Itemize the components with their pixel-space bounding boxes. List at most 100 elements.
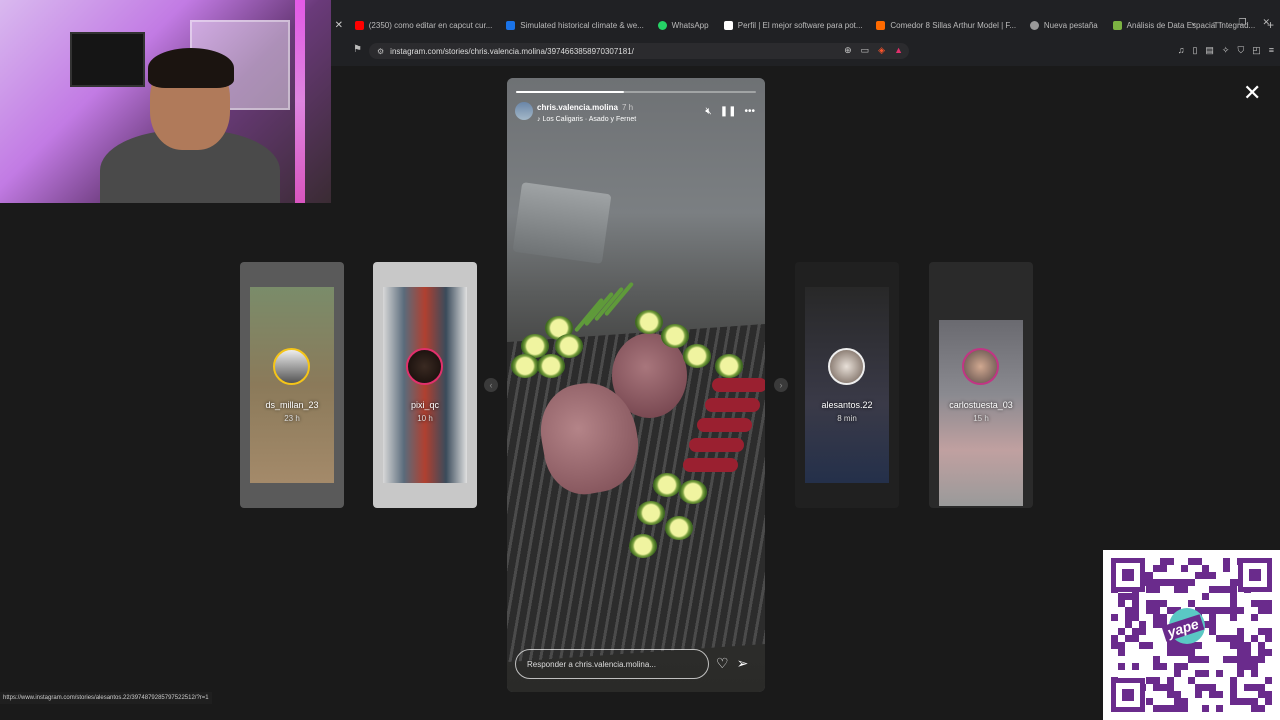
qr-module [1139, 649, 1146, 656]
story-preview[interactable]: ds_millan_23 23 h [240, 262, 344, 508]
tab-perfil[interactable]: Perfil | El mejor software para pot... [716, 13, 869, 37]
music-icon[interactable]: ♫ [1178, 45, 1185, 56]
story-author[interactable]: chris.valencia.molina 7 h [537, 103, 633, 112]
qr-module [1153, 607, 1160, 614]
qr-module [1181, 572, 1188, 579]
qr-module [1237, 600, 1244, 607]
qr-module [1146, 663, 1153, 670]
tab-climate[interactable]: Simulated historical climate & we... [498, 13, 649, 37]
window-controls: ⌄ — ❐ ✕ [1190, 17, 1270, 28]
qr-module [1223, 600, 1230, 607]
more-options-icon[interactable]: ••• [744, 106, 755, 117]
reader-icon[interactable]: ▤ [1205, 45, 1214, 56]
qr-module [1209, 558, 1216, 565]
active-story[interactable]: chris.valencia.molina 7 h ♪ Los Caligaris… [507, 78, 765, 692]
bookmark-icon[interactable]: ⚑ [353, 44, 362, 55]
qr-module [1181, 558, 1188, 565]
qr-module [1146, 691, 1153, 698]
qr-module [1223, 621, 1230, 628]
pause-icon[interactable]: ❚❚ [720, 106, 737, 117]
rewards-icon[interactable]: ▲ [894, 45, 903, 56]
send-icon[interactable]: ➢ [737, 655, 749, 672]
qr-module [1244, 635, 1251, 642]
qr-module [1230, 677, 1237, 684]
qr-module [1251, 663, 1258, 670]
qr-module [1251, 642, 1258, 649]
story-music[interactable]: ♪ Los Caligaris · Asado y Fernet [537, 116, 636, 123]
qr-module [1195, 656, 1202, 663]
qr-module [1251, 656, 1258, 663]
qr-module [1174, 586, 1181, 593]
whatsapp-icon [657, 20, 667, 30]
heart-icon[interactable]: ♡ [716, 655, 729, 672]
qr-module [1258, 607, 1265, 614]
qr-module [1174, 656, 1181, 663]
qr-module [1160, 558, 1167, 565]
qr-module [1153, 579, 1160, 586]
close-icon[interactable]: ✕ [1243, 80, 1261, 106]
qr-module [1209, 649, 1216, 656]
qr-module [1125, 635, 1132, 642]
qr-module [1216, 628, 1223, 635]
music-label[interactable]: Los Caligaris · Asado y Fernet [542, 116, 636, 123]
qr-module [1153, 663, 1160, 670]
qr-module [1216, 656, 1223, 663]
story-username: ds_millan_23 [265, 400, 319, 410]
story-username[interactable]: chris.valencia.molina [537, 103, 618, 112]
qr-module [1118, 663, 1125, 670]
qr-module [1195, 684, 1202, 691]
qr-module [1258, 677, 1265, 684]
qr-module [1223, 565, 1230, 572]
wallet-icon[interactable]: ◰ [1252, 45, 1261, 56]
youtube-icon [354, 20, 364, 30]
tab-comedor[interactable]: Comedor 8 Sillas Arthur Model | F... [868, 13, 1022, 37]
story-preview[interactable]: alesantos.22 8 min [795, 262, 899, 508]
browser-chrome: ✕ (2350) como editar en capcut cur... Si… [331, 0, 1280, 66]
vpn-icon[interactable]: ⛉ [1237, 45, 1244, 56]
tab-youtube[interactable]: (2350) como editar en capcut cur... [347, 13, 498, 37]
qr-module [1216, 698, 1223, 705]
qr-module [1125, 614, 1132, 621]
tab-whatsapp[interactable]: WhatsApp [650, 13, 716, 37]
close-tab-icon[interactable]: ✕ [331, 20, 347, 31]
qr-module [1237, 614, 1244, 621]
zoom-icon[interactable]: ⊕ [844, 45, 852, 56]
qr-module [1167, 558, 1174, 565]
menu-icon[interactable]: ≡ [1269, 45, 1274, 56]
muted-speaker-icon[interactable]: 🔇︎ [705, 106, 711, 117]
qr-module [1223, 607, 1230, 614]
avatar[interactable] [515, 102, 533, 120]
toolbar: ⚑ ⚙ instagram.com/stories/chris.valencia… [331, 40, 1280, 62]
tab-new[interactable]: Nueva pestaña [1022, 13, 1105, 37]
restore-icon[interactable]: ❐ [1238, 17, 1246, 28]
minimize-icon[interactable]: — [1213, 17, 1222, 28]
qr-module [1167, 586, 1174, 593]
qr-module [1258, 635, 1265, 642]
tab-label: WhatsApp [671, 20, 709, 30]
brave-shield-icon[interactable]: ◈ [878, 45, 885, 56]
qr-module [1111, 607, 1118, 614]
address-bar[interactable]: ⚙ instagram.com/stories/chris.valencia.m… [369, 43, 909, 59]
story-preview[interactable]: pixi_qc 10 h [373, 262, 477, 508]
qr-module [1230, 663, 1237, 670]
qr-module [1258, 628, 1265, 635]
url-text[interactable]: instagram.com/stories/chris.valencia.mol… [390, 47, 634, 56]
story-preview[interactable]: carlostuesta_03 15 h [929, 262, 1033, 508]
tab-list-icon[interactable]: ⌄ [1190, 17, 1198, 28]
extensions-icon[interactable]: ✧ [1222, 45, 1230, 56]
next-story-icon[interactable]: › [774, 378, 788, 392]
qr-module [1216, 705, 1223, 712]
reply-input[interactable]: Responder a chris.valencia.molina... [515, 649, 709, 679]
close-window-icon[interactable]: ✕ [1262, 17, 1270, 28]
qr-module [1258, 691, 1265, 698]
cast-icon[interactable]: ▭ [861, 45, 870, 56]
qr-module [1160, 642, 1167, 649]
sidebar-icon[interactable]: ▯ [1192, 45, 1197, 56]
qr-module [1223, 635, 1230, 642]
sausage [683, 458, 738, 472]
qr-module [1265, 663, 1272, 670]
qr-module [1181, 663, 1188, 670]
previous-story-icon[interactable]: ‹ [484, 378, 498, 392]
site-info-icon[interactable]: ⚙ [377, 47, 384, 56]
qr-module [1202, 579, 1209, 586]
